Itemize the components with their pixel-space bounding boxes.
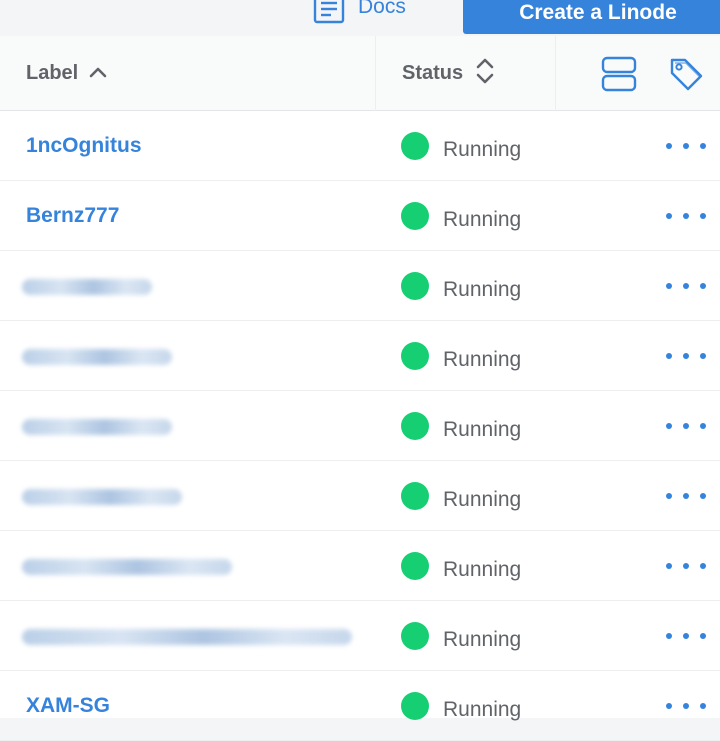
action-dot [683, 423, 689, 429]
table-row[interactable]: Bernz777 Running [0, 181, 720, 251]
table-row[interactable]: Running [0, 601, 720, 671]
action-dot [666, 353, 672, 359]
redacted-label [22, 629, 352, 645]
linode-label-link[interactable]: 1ncOgnitus [26, 111, 142, 181]
status-cell: Running [401, 321, 521, 391]
status-cell: Running [401, 181, 521, 251]
status-text: Running [443, 558, 522, 581]
redacted-label [22, 349, 172, 365]
more-horizontal-icon[interactable] [666, 111, 706, 181]
docs-label: Docs [358, 0, 406, 18]
action-dot [700, 703, 706, 709]
column-label-text: Label [26, 62, 79, 84]
create-linode-button[interactable]: Create a Linode [463, 0, 720, 34]
redacted-label [22, 489, 182, 505]
status-text: Running [443, 138, 522, 161]
action-dot [700, 353, 706, 359]
table-row[interactable]: Running [0, 321, 720, 391]
top-bar: Docs Create a Linode [0, 0, 720, 36]
table-row[interactable]: Running [0, 391, 720, 461]
status-text: Running [443, 348, 522, 371]
action-dot [683, 353, 689, 359]
more-horizontal-icon[interactable] [666, 181, 706, 251]
status-cell: Running [401, 601, 521, 671]
docs-link[interactable]: Docs [312, 0, 406, 28]
table-row[interactable]: Running [0, 531, 720, 601]
action-dot [683, 493, 689, 499]
status-running-icon [401, 622, 429, 650]
status-running-icon [401, 132, 429, 160]
more-horizontal-icon[interactable] [666, 671, 706, 741]
status-text: Running [443, 208, 522, 231]
status-cell: Running [401, 671, 521, 741]
action-dot [700, 143, 706, 149]
status-running-icon [401, 412, 429, 440]
more-horizontal-icon[interactable] [666, 251, 706, 321]
action-dot [700, 633, 706, 639]
column-header-status[interactable]: Status [402, 36, 495, 111]
column-status-text: Status [402, 62, 464, 84]
linode-label-link[interactable]: Bernz777 [26, 181, 119, 251]
more-horizontal-icon[interactable] [666, 321, 706, 391]
status-running-icon [401, 202, 429, 230]
status-cell: Running [401, 531, 521, 601]
more-horizontal-icon[interactable] [666, 461, 706, 531]
linode-label-link[interactable]: XAM-SG [26, 671, 110, 741]
table-body: 1ncOgnitus Running Bernz777 Running Running R… [0, 111, 720, 741]
action-dot [683, 213, 689, 219]
action-dot [666, 213, 672, 219]
more-horizontal-icon[interactable] [666, 601, 706, 671]
action-dot [666, 633, 672, 639]
action-dot [700, 213, 706, 219]
column-header-label[interactable]: Label [26, 36, 108, 111]
action-dot [666, 423, 672, 429]
status-text: Running [443, 278, 522, 301]
table-row[interactable]: Running [0, 461, 720, 531]
list-view-icon[interactable] [601, 36, 637, 111]
table-header: Label Status [0, 36, 720, 111]
status-running-icon [401, 272, 429, 300]
action-dot [683, 143, 689, 149]
status-cell: Running [401, 251, 521, 321]
action-dot [666, 143, 672, 149]
linodes-table: Label Status 1ncOgnitus Running Bernz777… [0, 36, 720, 741]
redacted-label [22, 419, 172, 435]
status-running-icon [401, 552, 429, 580]
tag-icon[interactable] [668, 36, 704, 111]
document-icon [312, 0, 346, 26]
action-dot [683, 563, 689, 569]
redacted-label [22, 279, 152, 295]
status-running-icon [401, 692, 429, 720]
action-dot [683, 703, 689, 709]
table-row[interactable]: XAM-SG Running [0, 671, 720, 741]
action-dot [666, 493, 672, 499]
chevron-up-icon [88, 62, 108, 85]
sort-icon [475, 55, 495, 93]
table-row[interactable]: 1ncOgnitus Running [0, 111, 720, 181]
action-dot [683, 283, 689, 289]
status-text: Running [443, 418, 522, 441]
action-dot [666, 283, 672, 289]
action-dot [683, 633, 689, 639]
status-cell: Running [401, 461, 521, 531]
status-text: Running [443, 628, 522, 651]
status-cell: Running [401, 391, 521, 461]
action-dot [700, 563, 706, 569]
table-row[interactable]: Running [0, 251, 720, 321]
status-running-icon [401, 342, 429, 370]
action-dot [700, 493, 706, 499]
action-dot [700, 423, 706, 429]
action-dot [666, 703, 672, 709]
action-dot [666, 563, 672, 569]
redacted-label [22, 559, 232, 575]
status-cell: Running [401, 111, 521, 181]
more-horizontal-icon[interactable] [666, 531, 706, 601]
action-dot [700, 283, 706, 289]
status-text: Running [443, 698, 522, 721]
status-running-icon [401, 482, 429, 510]
status-text: Running [443, 488, 522, 511]
more-horizontal-icon[interactable] [666, 391, 706, 461]
